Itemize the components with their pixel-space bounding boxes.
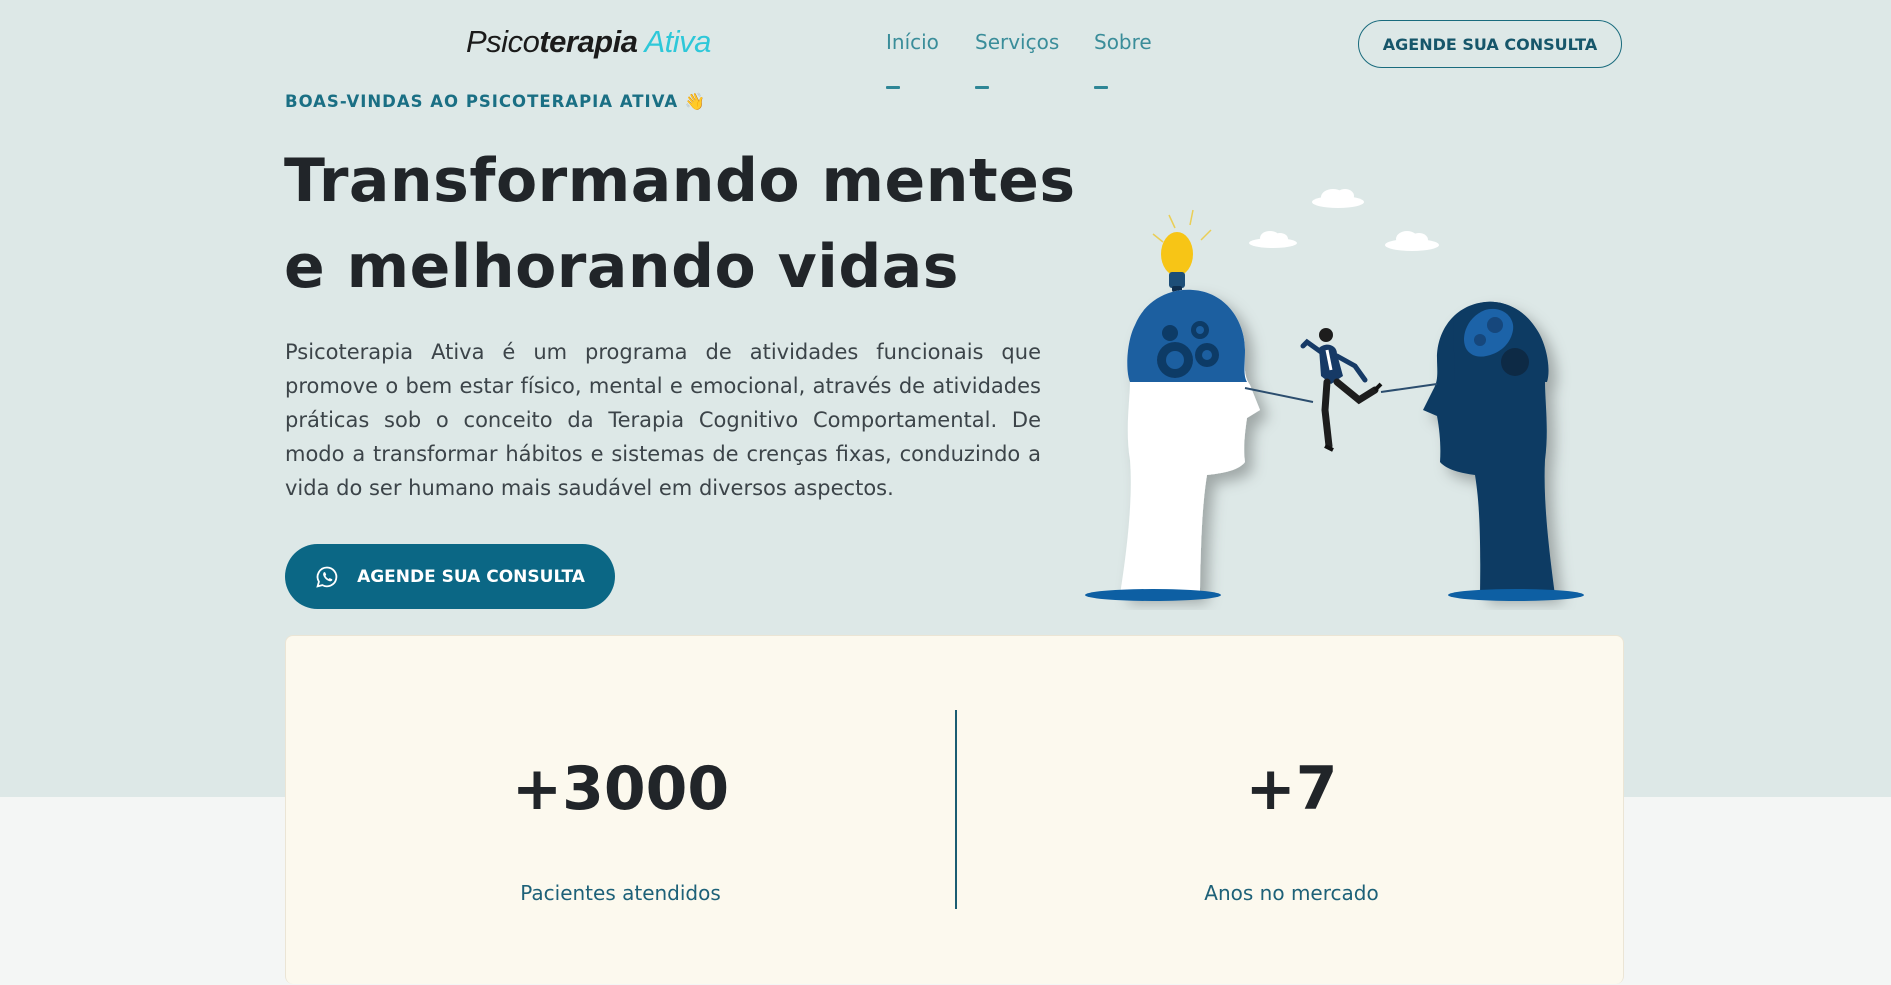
nav-underline [1094,86,1108,89]
stat-value: +7 [1245,754,1338,824]
logo-part-2: terapia [539,24,638,59]
nav-item-servicos[interactable]: Serviços [975,30,1060,89]
hero-illustration [1075,170,1605,610]
nav-underline [975,86,989,89]
hero-schedule-button[interactable]: AGENDE SUA CONSULTA [285,544,615,609]
head-right [1423,301,1555,595]
site-logo[interactable]: Psicoterapia Ativa [466,24,711,60]
hero-schedule-label: AGENDE SUA CONSULTA [357,566,585,587]
nav-underline [886,86,900,89]
light-bulb-icon [1152,209,1212,292]
head-left [1120,289,1260,595]
stat-years: +7 Anos no mercado [957,636,1626,985]
nav-item-label: Serviços [975,30,1060,54]
nav-item-label: Sobre [1094,30,1152,54]
hero-description: Psicoterapia Ativa é um programa de ativ… [285,340,1041,500]
stat-label: Anos no mercado [1204,881,1379,905]
header-schedule-button[interactable]: AGENDE SUA CONSULTA [1358,20,1622,68]
cloud-icon [1249,189,1439,251]
logo-part-3: Ativa [644,24,711,59]
nav-item-sobre[interactable]: Sobre [1094,30,1152,89]
stats-card: +3000 Pacientes atendidos +7 Anos no mer… [285,635,1624,984]
whatsapp-icon [315,565,339,589]
businessman-figure [1300,328,1383,452]
nav-item-inicio[interactable]: Início [886,30,939,89]
nav-item-label: Início [886,30,939,54]
hero-eyebrow: BOAS-VINDAS AO PSICOTERAPIA ATIVA 👋 [285,92,707,111]
stat-patients: +3000 Pacientes atendidos [286,636,955,985]
stat-label: Pacientes atendidos [520,881,721,905]
stat-value: +3000 [511,754,730,824]
hero-headline: Transformando mentes e melhorando vidas [284,146,1076,302]
logo-part-1: Psico [466,24,540,59]
